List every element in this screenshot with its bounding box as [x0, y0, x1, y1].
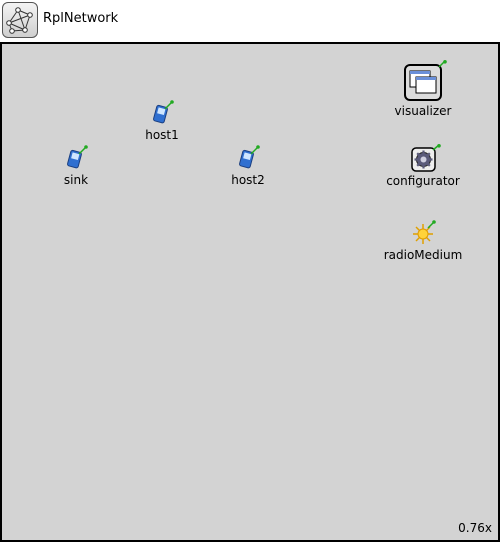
radio-medium-icon [413, 220, 436, 244]
visualizer-icon [404, 60, 447, 101]
network-canvas[interactable]: host1 sink host2 visualizer configurator… [0, 42, 500, 542]
node-label: radioMedium [383, 248, 463, 262]
node-label: sink [63, 173, 89, 187]
zoom-level: 0.76x [458, 521, 492, 535]
node-label: configurator [386, 174, 460, 188]
network-title: RplNetwork [43, 11, 119, 26]
node-label: host1 [145, 128, 179, 142]
node-label: host2 [231, 173, 265, 187]
node-label: visualizer [394, 104, 452, 118]
wireless-host-icon [153, 100, 174, 124]
network-icon[interactable] [2, 2, 38, 38]
wireless-host-icon [239, 145, 260, 169]
configurator-gear-icon [411, 144, 441, 172]
network-header: RplNetwork [0, 0, 500, 42]
wireless-host-icon [67, 145, 88, 169]
